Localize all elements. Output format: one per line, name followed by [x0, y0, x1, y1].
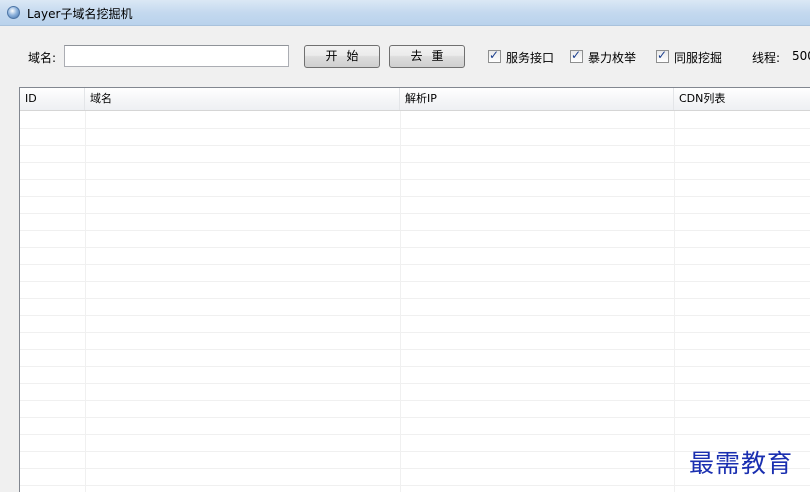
domain-label: 域名:	[28, 51, 57, 65]
column-header-id[interactable]: ID	[20, 88, 85, 110]
checkmark-icon: ✓	[657, 48, 668, 62]
column-header-resolved-ip[interactable]: 解析IP	[400, 88, 674, 110]
row-divider	[20, 145, 810, 146]
row-divider	[20, 366, 810, 367]
results-table[interactable]: ID 域名 解析IP CDN列表	[19, 87, 810, 492]
checkbox-label: 服务接口	[506, 51, 555, 65]
checkmark-icon: ✓	[571, 48, 582, 62]
row-divider	[20, 247, 810, 248]
row-divider	[20, 230, 810, 231]
checkbox-label: 暴力枚举	[588, 51, 637, 65]
threads-label: 线程:	[752, 51, 781, 65]
row-divider	[20, 128, 810, 129]
column-header-cdn-list[interactable]: CDN列表	[674, 88, 810, 110]
row-divider	[20, 298, 810, 299]
row-divider	[20, 281, 810, 282]
title-bar: Layer子域名挖掘机	[0, 0, 810, 26]
row-divider	[20, 383, 810, 384]
threads-value[interactable]: 500	[792, 49, 810, 63]
checkbox-label: 同服挖掘	[674, 51, 723, 65]
window-title: Layer子域名挖掘机	[27, 7, 133, 21]
table-body	[20, 111, 810, 492]
app-icon	[7, 6, 20, 19]
row-divider	[20, 349, 810, 350]
domain-input[interactable]	[64, 45, 289, 67]
row-divider	[20, 332, 810, 333]
row-divider	[20, 196, 810, 197]
row-divider	[20, 162, 810, 163]
row-divider	[20, 485, 810, 486]
dedup-button[interactable]: 去重	[389, 45, 465, 68]
watermark-text: 最需教育	[689, 449, 794, 478]
start-button[interactable]: 开始	[304, 45, 380, 68]
checkmark-icon: ✓	[489, 48, 500, 62]
row-divider	[20, 400, 810, 401]
row-divider	[20, 434, 810, 435]
table-header: ID 域名 解析IP CDN列表	[20, 88, 810, 111]
row-divider	[20, 264, 810, 265]
row-divider	[20, 179, 810, 180]
row-divider	[20, 417, 810, 418]
row-divider	[20, 213, 810, 214]
row-divider	[20, 315, 810, 316]
column-header-domain[interactable]: 域名	[85, 88, 400, 110]
